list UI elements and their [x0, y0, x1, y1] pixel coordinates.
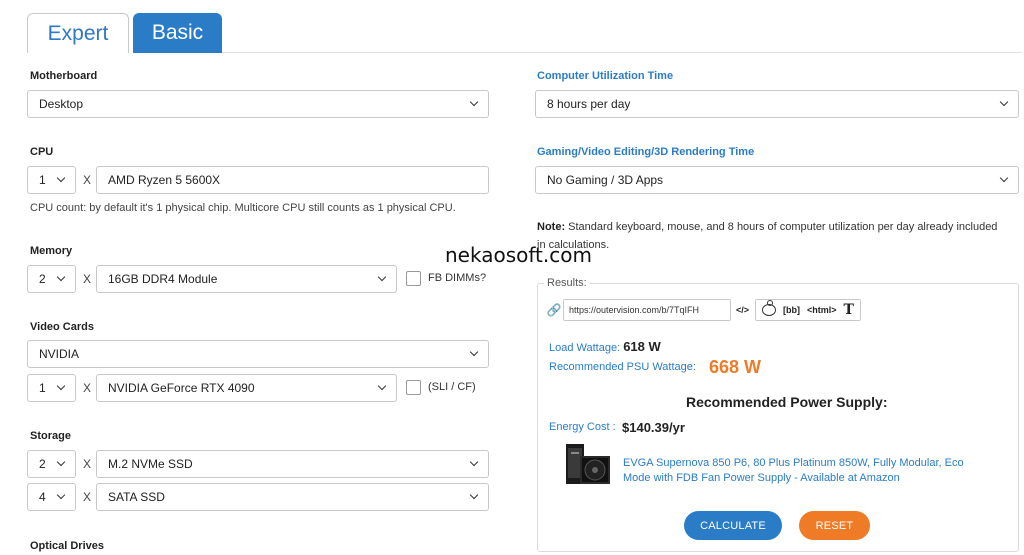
energy-cost-value: $140.39/yr	[622, 420, 685, 435]
video-count-select[interactable]: 1	[27, 374, 76, 402]
chevron-down-icon	[55, 382, 67, 394]
share-url-field[interactable]: https://outervision.com/b/7TqIFH	[563, 299, 731, 321]
note-text: Note: Standard keyboard, mouse, and 8 ho…	[537, 218, 1007, 254]
chevron-down-icon	[468, 348, 480, 360]
storage-type-value: M.2 NVMe SSD	[108, 457, 193, 471]
reset-button[interactable]: RESET	[799, 511, 870, 540]
embed-code-icon[interactable]: </>	[736, 305, 749, 315]
watermark-text: nekaosoft.com	[445, 243, 592, 267]
share-row: 🔗 https://outervision.com/b/7TqIFH </> […	[547, 299, 861, 321]
reddit-icon[interactable]	[762, 300, 777, 316]
utilization-select[interactable]: 8 hours per day	[535, 90, 1019, 118]
video-count-value: 1	[39, 381, 46, 395]
chevron-down-icon	[468, 491, 480, 503]
psu-wattage-value: 668 W	[709, 357, 762, 377]
chevron-down-icon	[468, 98, 480, 110]
video-cards-label: Video Cards	[30, 321, 94, 333]
results-panel	[537, 283, 1019, 552]
multiply-sign: X	[83, 490, 92, 504]
utilization-label: Computer Utilization Time	[537, 70, 674, 82]
multiply-sign: X	[83, 457, 92, 471]
bbcode-button[interactable]: [bb]	[783, 305, 800, 315]
memory-count-value: 2	[39, 272, 46, 286]
load-wattage-row: Load Wattage: 618 W	[549, 339, 661, 354]
chevron-down-icon	[55, 491, 67, 503]
sli-cf-checkbox[interactable]	[406, 380, 421, 395]
chevron-down-icon	[376, 382, 388, 394]
memory-module-value: 16GB DDR4 Module	[108, 272, 218, 286]
storage-label: Storage	[30, 430, 71, 442]
motherboard-value: Desktop	[39, 97, 84, 111]
load-wattage-value: 618 W	[623, 339, 661, 354]
calculate-button[interactable]: CALCULATE	[684, 511, 782, 540]
cpu-count-select[interactable]: 1	[27, 166, 76, 194]
chevron-down-icon	[998, 174, 1010, 186]
memory-module-select[interactable]: 16GB DDR4 Module	[96, 265, 397, 293]
gaming-time-label: Gaming/Video Editing/3D Rendering Time	[537, 146, 755, 158]
storage-type-value: SATA SSD	[108, 490, 165, 504]
storage-type-select-1[interactable]: M.2 NVMe SSD	[96, 450, 489, 478]
share-buttons-group: [bb] <html> T	[755, 299, 861, 321]
video-brand-value: NVIDIA	[39, 347, 80, 361]
chevron-down-icon	[55, 174, 67, 186]
tab-basic[interactable]: Basic	[133, 13, 222, 53]
cpu-model-input[interactable]: AMD Ryzen 5 5600X	[96, 166, 489, 194]
sli-cf-label: (SLI / CF)	[428, 381, 476, 393]
video-model-select[interactable]: NVIDIA GeForce RTX 4090	[96, 374, 397, 402]
cpu-label: CPU	[30, 146, 54, 158]
note-body: Standard keyboard, mouse, and 8 hours of…	[537, 221, 998, 251]
psu-wattage-label: Recommended PSU Wattage:	[549, 361, 696, 373]
tab-divider	[222, 52, 1022, 53]
psu-product-link[interactable]: EVGA Supernova 850 P6, 80 Plus Platinum …	[623, 456, 993, 486]
storage-type-select-2[interactable]: SATA SSD	[96, 483, 489, 511]
results-legend: Results:	[544, 277, 590, 289]
utilization-value: 8 hours per day	[547, 97, 631, 111]
cpu-model-value: AMD Ryzen 5 5600X	[108, 173, 221, 187]
storage-count-select-1[interactable]: 2	[27, 450, 76, 478]
multiply-sign: X	[83, 381, 92, 395]
chevron-down-icon	[376, 273, 388, 285]
storage-count-select-2[interactable]: 4	[27, 483, 76, 511]
chevron-down-icon	[55, 458, 67, 470]
gaming-time-value: No Gaming / 3D Apps	[547, 173, 664, 187]
video-brand-select[interactable]: NVIDIA	[27, 340, 489, 368]
optical-drives-label: Optical Drives	[30, 540, 104, 552]
energy-cost-label: Energy Cost :	[549, 421, 616, 433]
cpu-count-value: 1	[39, 173, 46, 187]
text-icon[interactable]: T	[844, 302, 854, 318]
fb-dimms-checkbox[interactable]	[406, 271, 421, 286]
chevron-down-icon	[998, 98, 1010, 110]
psu-product-image[interactable]	[560, 440, 614, 490]
multiply-sign: X	[83, 272, 92, 286]
load-wattage-label: Load Wattage:	[549, 342, 621, 354]
motherboard-label: Motherboard	[30, 70, 98, 82]
motherboard-select[interactable]: Desktop	[27, 90, 489, 118]
cpu-hint: CPU count: by default it's 1 physical ch…	[30, 202, 456, 214]
fb-dimms-label: FB DIMMs?	[428, 272, 487, 284]
gaming-time-select[interactable]: No Gaming / 3D Apps	[535, 166, 1019, 194]
multiply-sign: X	[83, 173, 92, 187]
link-icon: 🔗	[546, 303, 562, 317]
tab-expert[interactable]: Expert	[27, 13, 129, 53]
memory-label: Memory	[30, 245, 73, 257]
video-model-value: NVIDIA GeForce RTX 4090	[108, 381, 255, 395]
storage-count-value: 4	[39, 490, 46, 504]
memory-count-select[interactable]: 2	[27, 265, 76, 293]
note-prefix: Note:	[537, 221, 566, 233]
chevron-down-icon	[468, 458, 480, 470]
storage-count-value: 2	[39, 457, 46, 471]
chevron-down-icon	[55, 273, 67, 285]
recommended-psu-title: Recommended Power Supply:	[686, 394, 888, 410]
html-button[interactable]: <html>	[807, 305, 837, 315]
